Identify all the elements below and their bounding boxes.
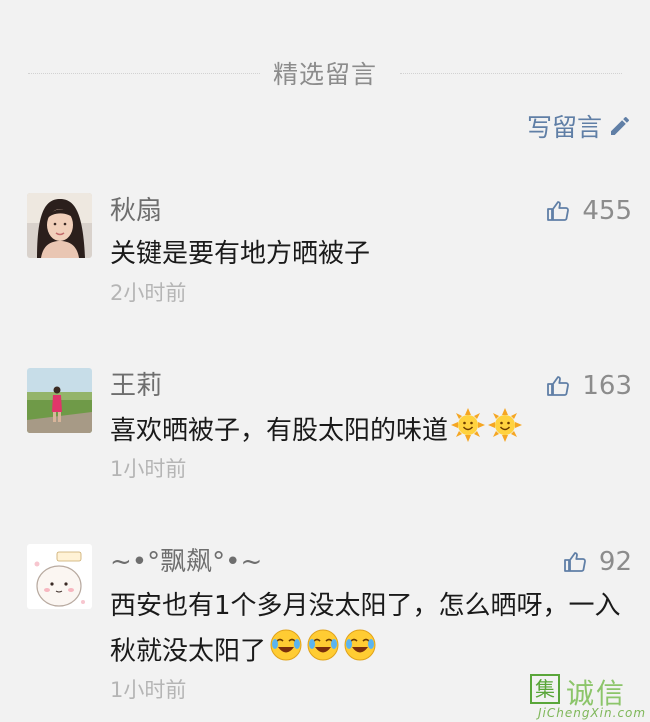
pencil-icon <box>611 117 629 135</box>
section-header: 精选留言 <box>0 52 650 92</box>
avatar[interactable] <box>27 193 92 258</box>
write-comment-button[interactable]: 写留言 <box>527 106 632 146</box>
avatar[interactable] <box>27 368 92 433</box>
crying-laughing-emoji <box>269 628 303 676</box>
comment-text: 关键是要有地方晒被子 <box>110 239 371 269</box>
like-count: 455 <box>582 196 632 226</box>
comment-time: 1小时前 <box>110 457 187 481</box>
comment-text: 喜欢晒被子，有股太阳的味道 <box>110 416 449 446</box>
like-button[interactable]: 163 <box>546 368 632 404</box>
watermark: 集 诚信 JiChengXin.com <box>526 668 647 722</box>
sun-emoji <box>451 408 486 455</box>
crying-laughing-emoji <box>306 628 340 676</box>
comment-body: 西安也有1个多月没太阳了，怎么晒呀，一入秋就没太阳了 <box>110 584 632 676</box>
comment-body: 喜欢晒被子，有股太阳的味道 <box>110 408 632 455</box>
like-count: 163 <box>582 371 632 401</box>
commenter-name: 秋扇 <box>110 196 163 226</box>
watermark-logo: 集 <box>530 674 560 704</box>
write-comment-label: 写留言 <box>526 113 602 142</box>
like-button[interactable]: 92 <box>563 544 632 580</box>
comment-item: 秋扇 455 关键是要有地方晒被子 2小时前 <box>0 193 650 313</box>
like-button[interactable]: 455 <box>546 193 632 229</box>
comment-time: 2小时前 <box>110 281 187 305</box>
commenter-name: 王莉 <box>110 371 163 401</box>
sun-emoji <box>488 408 523 455</box>
watermark-url: JiChengXin.com <box>538 706 647 720</box>
thumbs-up-icon <box>547 376 570 396</box>
comment-time: 1小时前 <box>110 678 187 702</box>
commenter-name: ~•°飘飙°•~ <box>110 547 263 577</box>
crying-laughing-emoji <box>343 628 377 676</box>
thumbs-up-icon <box>547 201 570 221</box>
like-count: 92 <box>598 547 632 577</box>
thumbs-up-icon <box>564 552 586 572</box>
avatar[interactable] <box>27 544 92 609</box>
comment-item: 王莉 163 喜欢晒被子，有股太阳的味道 1小时前 <box>0 368 650 488</box>
divider-right <box>400 73 622 74</box>
